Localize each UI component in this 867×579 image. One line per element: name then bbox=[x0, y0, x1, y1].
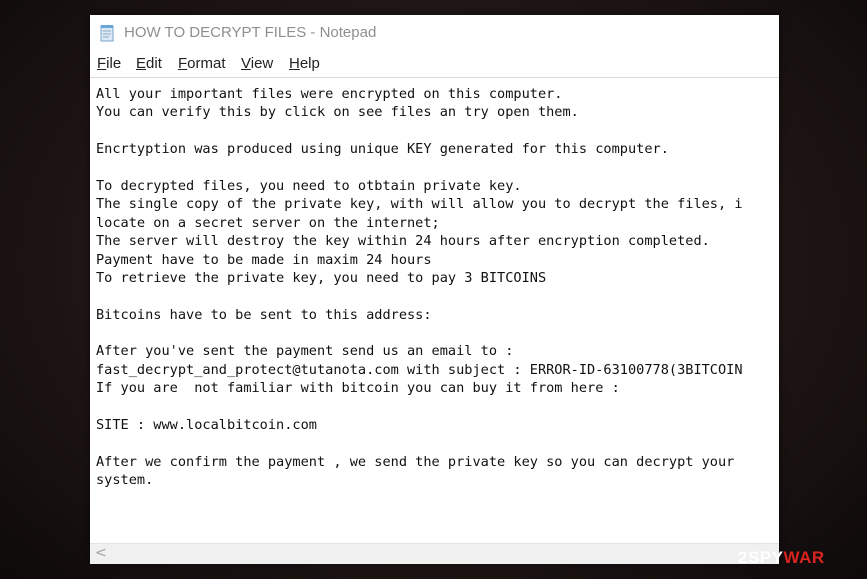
watermark-part1: 2SPY bbox=[738, 548, 784, 567]
menu-help-accel: H bbox=[289, 55, 300, 72]
menu-format[interactable]: Format bbox=[178, 55, 226, 72]
menu-format-label: ormat bbox=[187, 55, 226, 72]
menu-help-label: elp bbox=[299, 55, 320, 72]
menu-edit-label: dit bbox=[146, 55, 162, 72]
text-line: Payment have to be made in maxim 24 hour… bbox=[96, 251, 432, 268]
menu-edit-accel: E bbox=[136, 55, 147, 72]
notepad-icon bbox=[98, 24, 116, 42]
menu-file-label: ile bbox=[106, 55, 122, 72]
menu-format-accel: F bbox=[178, 55, 188, 72]
text-line: All your important files were encrypted … bbox=[96, 86, 563, 102]
text-line bbox=[96, 398, 779, 416]
text-line: You can verify this by click on see file… bbox=[96, 104, 579, 121]
text-line: system. bbox=[96, 472, 154, 489]
text-line: The server will destroy the key within 2… bbox=[96, 233, 710, 250]
text-line: Bitcoins have to be sent to this address… bbox=[96, 306, 432, 323]
menu-file[interactable]: File bbox=[97, 55, 121, 72]
text-line: After we confirm the payment , we send t… bbox=[96, 453, 735, 470]
text-line: locate on a secret server on the interne… bbox=[96, 214, 440, 231]
text-line: SITE : www.localbitcoin.com bbox=[96, 417, 317, 434]
menu-view-label: iew bbox=[250, 55, 274, 72]
menu-view[interactable]: View bbox=[241, 55, 273, 72]
text-line: Encrtyption was produced using unique KE… bbox=[96, 141, 669, 158]
text-line bbox=[96, 159, 779, 177]
text-line: After you've sent the payment send us an… bbox=[96, 343, 514, 360]
window-title: HOW TO DECRYPT FILES - Notepad bbox=[124, 24, 377, 41]
menu-help[interactable]: Help bbox=[289, 55, 320, 72]
scroll-left-arrow-icon[interactable]: < bbox=[95, 545, 107, 561]
text-line: To decrypted files, you need to otbtain … bbox=[96, 177, 522, 194]
text-line: fast_decrypt_and_protect@tutanota.com wi… bbox=[96, 361, 743, 378]
text-editor-area[interactable]: All your important files were encrypted … bbox=[96, 85, 779, 540]
text-line bbox=[96, 324, 779, 342]
text-line: To retrieve the private key, you need to… bbox=[96, 269, 547, 286]
text-line: If you are not familiar with bitcoin you… bbox=[96, 380, 620, 397]
text-line bbox=[96, 122, 779, 140]
menu-view-accel: V bbox=[241, 55, 251, 72]
horizontal-scrollbar[interactable]: < bbox=[90, 543, 779, 564]
menu-edit[interactable]: Edit bbox=[136, 55, 162, 72]
notepad-window: HOW TO DECRYPT FILES - Notepad File Edit… bbox=[90, 15, 779, 564]
menu-bar: File Edit Format View Help bbox=[90, 51, 779, 78]
title-bar[interactable]: HOW TO DECRYPT FILES - Notepad bbox=[90, 15, 779, 51]
text-line bbox=[96, 434, 779, 452]
text-line bbox=[96, 287, 779, 305]
text-line: The single copy of the private key, with… bbox=[96, 196, 743, 213]
watermark-logo: 2SPYWAR bbox=[738, 548, 825, 568]
watermark-part2: WAR bbox=[783, 548, 825, 567]
menu-file-accel: F bbox=[97, 55, 107, 72]
